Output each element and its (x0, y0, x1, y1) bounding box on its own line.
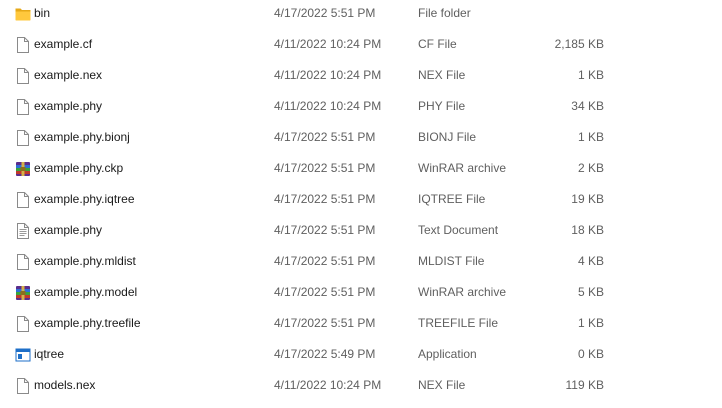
text-document-icon (14, 222, 32, 240)
file-icon-cell (14, 248, 32, 279)
file-name[interactable]: example.nex (34, 62, 102, 93)
file-date-modified: 4/11/2022 10:24 PM (274, 99, 382, 113)
file-row[interactable]: bin 4/17/2022 5:51 PM File folder (0, 0, 722, 31)
file-list: bin 4/17/2022 5:51 PM File folder example.c… (0, 0, 722, 408)
file-name[interactable]: example.phy.ckp (34, 155, 123, 186)
file-date-modified: 4/17/2022 5:51 PM (274, 130, 376, 144)
file-size: 1 KB (577, 130, 604, 144)
file-date-modified: 4/17/2022 5:51 PM (274, 6, 376, 20)
file-icon-cell (14, 93, 32, 124)
file-type: Application (418, 347, 477, 361)
file-row[interactable]: example.phy 4/17/2022 5:51 PM Text Documen… (0, 217, 722, 248)
file-icon (14, 129, 32, 147)
file-date-modified: 4/17/2022 5:51 PM (274, 161, 376, 175)
file-row[interactable]: example.phy.mldist 4/17/2022 5:51 PM MLDIS… (0, 248, 722, 279)
file-icon-cell (14, 0, 32, 31)
file-date-modified: 4/11/2022 10:24 PM (274, 378, 382, 392)
file-date-modified: 4/17/2022 5:51 PM (274, 254, 376, 268)
file-icon-cell (14, 310, 32, 341)
file-size: 1 KB (577, 68, 604, 82)
file-date-modified: 4/17/2022 5:51 PM (274, 192, 376, 206)
file-size: 4 KB (577, 254, 604, 268)
file-size: 119 KB (565, 378, 604, 392)
file-type: CF File (418, 37, 457, 51)
file-row[interactable]: models.nex 4/11/2022 10:24 PM NEX File 119 … (0, 372, 722, 403)
file-name[interactable]: bin (34, 0, 50, 31)
file-type: WinRAR archive (418, 161, 507, 175)
file-type: PHY File (418, 99, 466, 113)
file-icon (14, 253, 32, 271)
file-size: 5 KB (577, 285, 604, 299)
file-date-modified: 4/11/2022 10:24 PM (274, 37, 382, 51)
file-row[interactable]: example.cf 4/11/2022 10:24 PM CF File 2,185… (0, 31, 722, 62)
file-type: TREEFILE File (418, 316, 499, 330)
file-row[interactable]: example.nex 4/11/2022 10:24 PM NEX File 1 K… (0, 62, 722, 93)
file-size: 2,185 KB (554, 37, 604, 51)
file-name[interactable]: example.phy (34, 217, 102, 248)
file-size: 34 KB (571, 99, 604, 113)
file-size (520, 0, 604, 31)
file-row[interactable]: example.phy.iqtree 4/17/2022 5:51 PM IQTRE… (0, 186, 722, 217)
file-icon (14, 98, 32, 116)
file-name[interactable]: models.nex (34, 372, 95, 403)
winrar-archive-icon (14, 160, 32, 178)
file-icon (14, 67, 32, 85)
file-date-modified: 4/17/2022 5:49 PM (274, 347, 376, 361)
file-row[interactable]: example.phy.treefile 4/17/2022 5:51 PM TRE… (0, 310, 722, 341)
file-size: 1 KB (577, 316, 604, 330)
file-type: Text Document (418, 223, 499, 237)
file-name[interactable]: iqtree (34, 341, 64, 372)
file-size: 0 KB (577, 347, 604, 361)
file-icon-cell (14, 186, 32, 217)
file-date-modified: 4/11/2022 10:24 PM (274, 68, 382, 82)
file-row[interactable]: example.phy 4/11/2022 10:24 PM PHY File 34 … (0, 93, 722, 124)
file-icon (14, 191, 32, 209)
winrar-archive-icon (14, 284, 32, 302)
file-icon-cell (14, 217, 32, 248)
file-type: File folder (418, 6, 471, 20)
file-icon-cell (14, 62, 32, 93)
file-type: NEX File (418, 378, 466, 392)
file-row[interactable]: example.phy.ckp 4/17/2022 5:51 PM WinRAR a… (0, 155, 722, 186)
file-date-modified: 4/17/2022 5:51 PM (274, 223, 376, 237)
file-icon (14, 36, 32, 54)
file-name[interactable]: example.cf (34, 31, 92, 62)
file-type: BIONJ File (418, 130, 477, 144)
file-icon-cell (14, 341, 32, 372)
file-name[interactable]: example.phy.iqtree (34, 186, 135, 217)
file-type: IQTREE File (418, 192, 486, 206)
file-type: NEX File (418, 68, 466, 82)
file-size: 19 KB (571, 192, 604, 206)
file-date-modified: 4/17/2022 5:51 PM (274, 316, 376, 330)
file-icon-cell (14, 124, 32, 155)
file-date-modified: 4/17/2022 5:51 PM (274, 285, 376, 299)
file-icon-cell (14, 279, 32, 310)
file-type: MLDIST File (418, 254, 485, 268)
file-name[interactable]: example.phy.model (34, 279, 137, 310)
file-icon-cell (14, 372, 32, 403)
file-icon (14, 377, 32, 395)
file-type: WinRAR archive (418, 285, 507, 299)
file-row[interactable]: example.phy.bionj 4/17/2022 5:51 PM BIONJ … (0, 124, 722, 155)
file-name[interactable]: example.phy.bionj (34, 124, 130, 155)
folder-icon (14, 5, 32, 23)
file-name[interactable]: example.phy.treefile (34, 310, 141, 341)
file-name[interactable]: example.phy.mldist (34, 248, 136, 279)
file-name[interactable]: example.phy (34, 93, 102, 124)
file-icon (14, 315, 32, 333)
file-row[interactable]: iqtree 4/17/2022 5:49 PM Application 0 KB (0, 341, 722, 372)
file-row[interactable]: example.phy.model 4/17/2022 5:51 PM WinRAR… (0, 279, 722, 310)
file-icon-cell (14, 31, 32, 62)
file-size: 18 KB (571, 223, 604, 237)
application-icon (14, 346, 32, 364)
file-icon-cell (14, 155, 32, 186)
file-size: 2 KB (577, 161, 604, 175)
